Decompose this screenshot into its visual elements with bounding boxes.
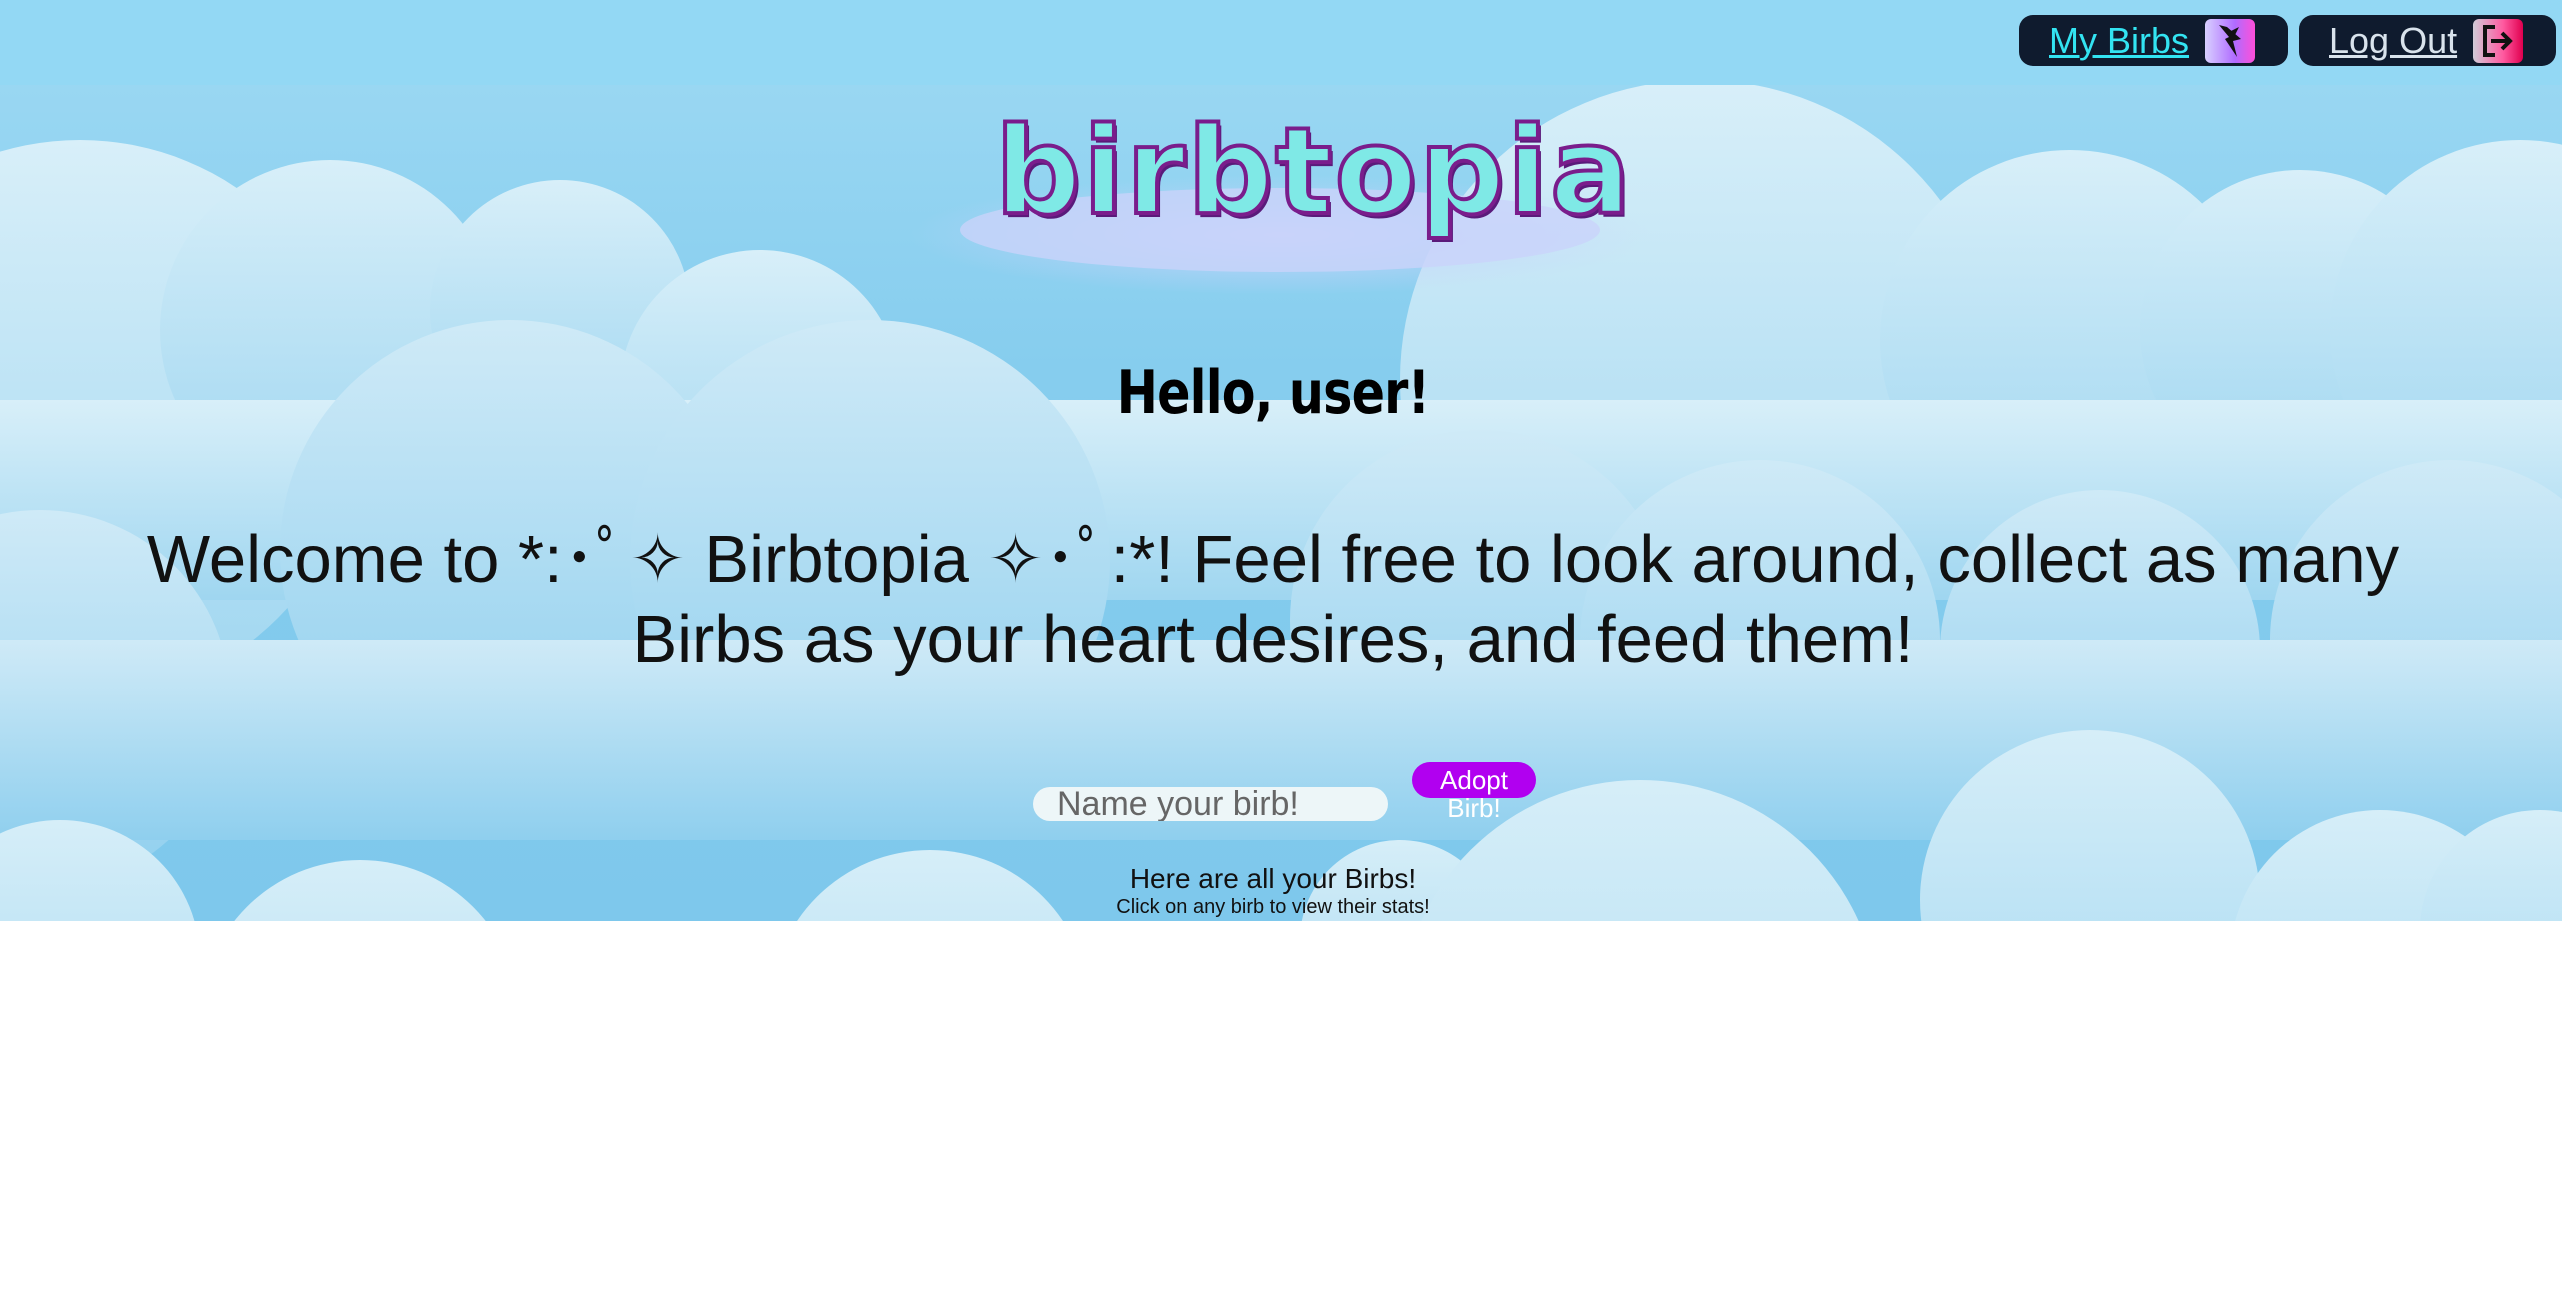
- my-birbs-button[interactable]: My Birbs: [2019, 15, 2288, 66]
- birbs-list-subtitle: Click on any birb to view their stats!: [1116, 896, 1430, 918]
- log-out-button[interactable]: Log Out: [2299, 15, 2556, 66]
- adopt-birb-button[interactable]: Adopt Birb!: [1412, 762, 1536, 822]
- birbs-list-title: Here are all your Birbs!: [1129, 863, 1417, 894]
- logo-text: birbtopia: [993, 103, 1633, 242]
- my-birbs-label[interactable]: My Birbs: [2049, 20, 2189, 62]
- birbtopia-logo: birbtopia: [900, 105, 1660, 305]
- greeting-heading: Hello, user!: [1116, 358, 1430, 428]
- welcome-message: Welcome to *:･ﾟ✧ Birbtopia ✧･ﾟ:*! Feel f…: [146, 522, 2400, 677]
- logout-icon: [2473, 18, 2524, 63]
- bird-icon: [2205, 18, 2256, 63]
- birb-name-input[interactable]: [1033, 787, 1388, 821]
- log-out-label[interactable]: Log Out: [2329, 20, 2457, 62]
